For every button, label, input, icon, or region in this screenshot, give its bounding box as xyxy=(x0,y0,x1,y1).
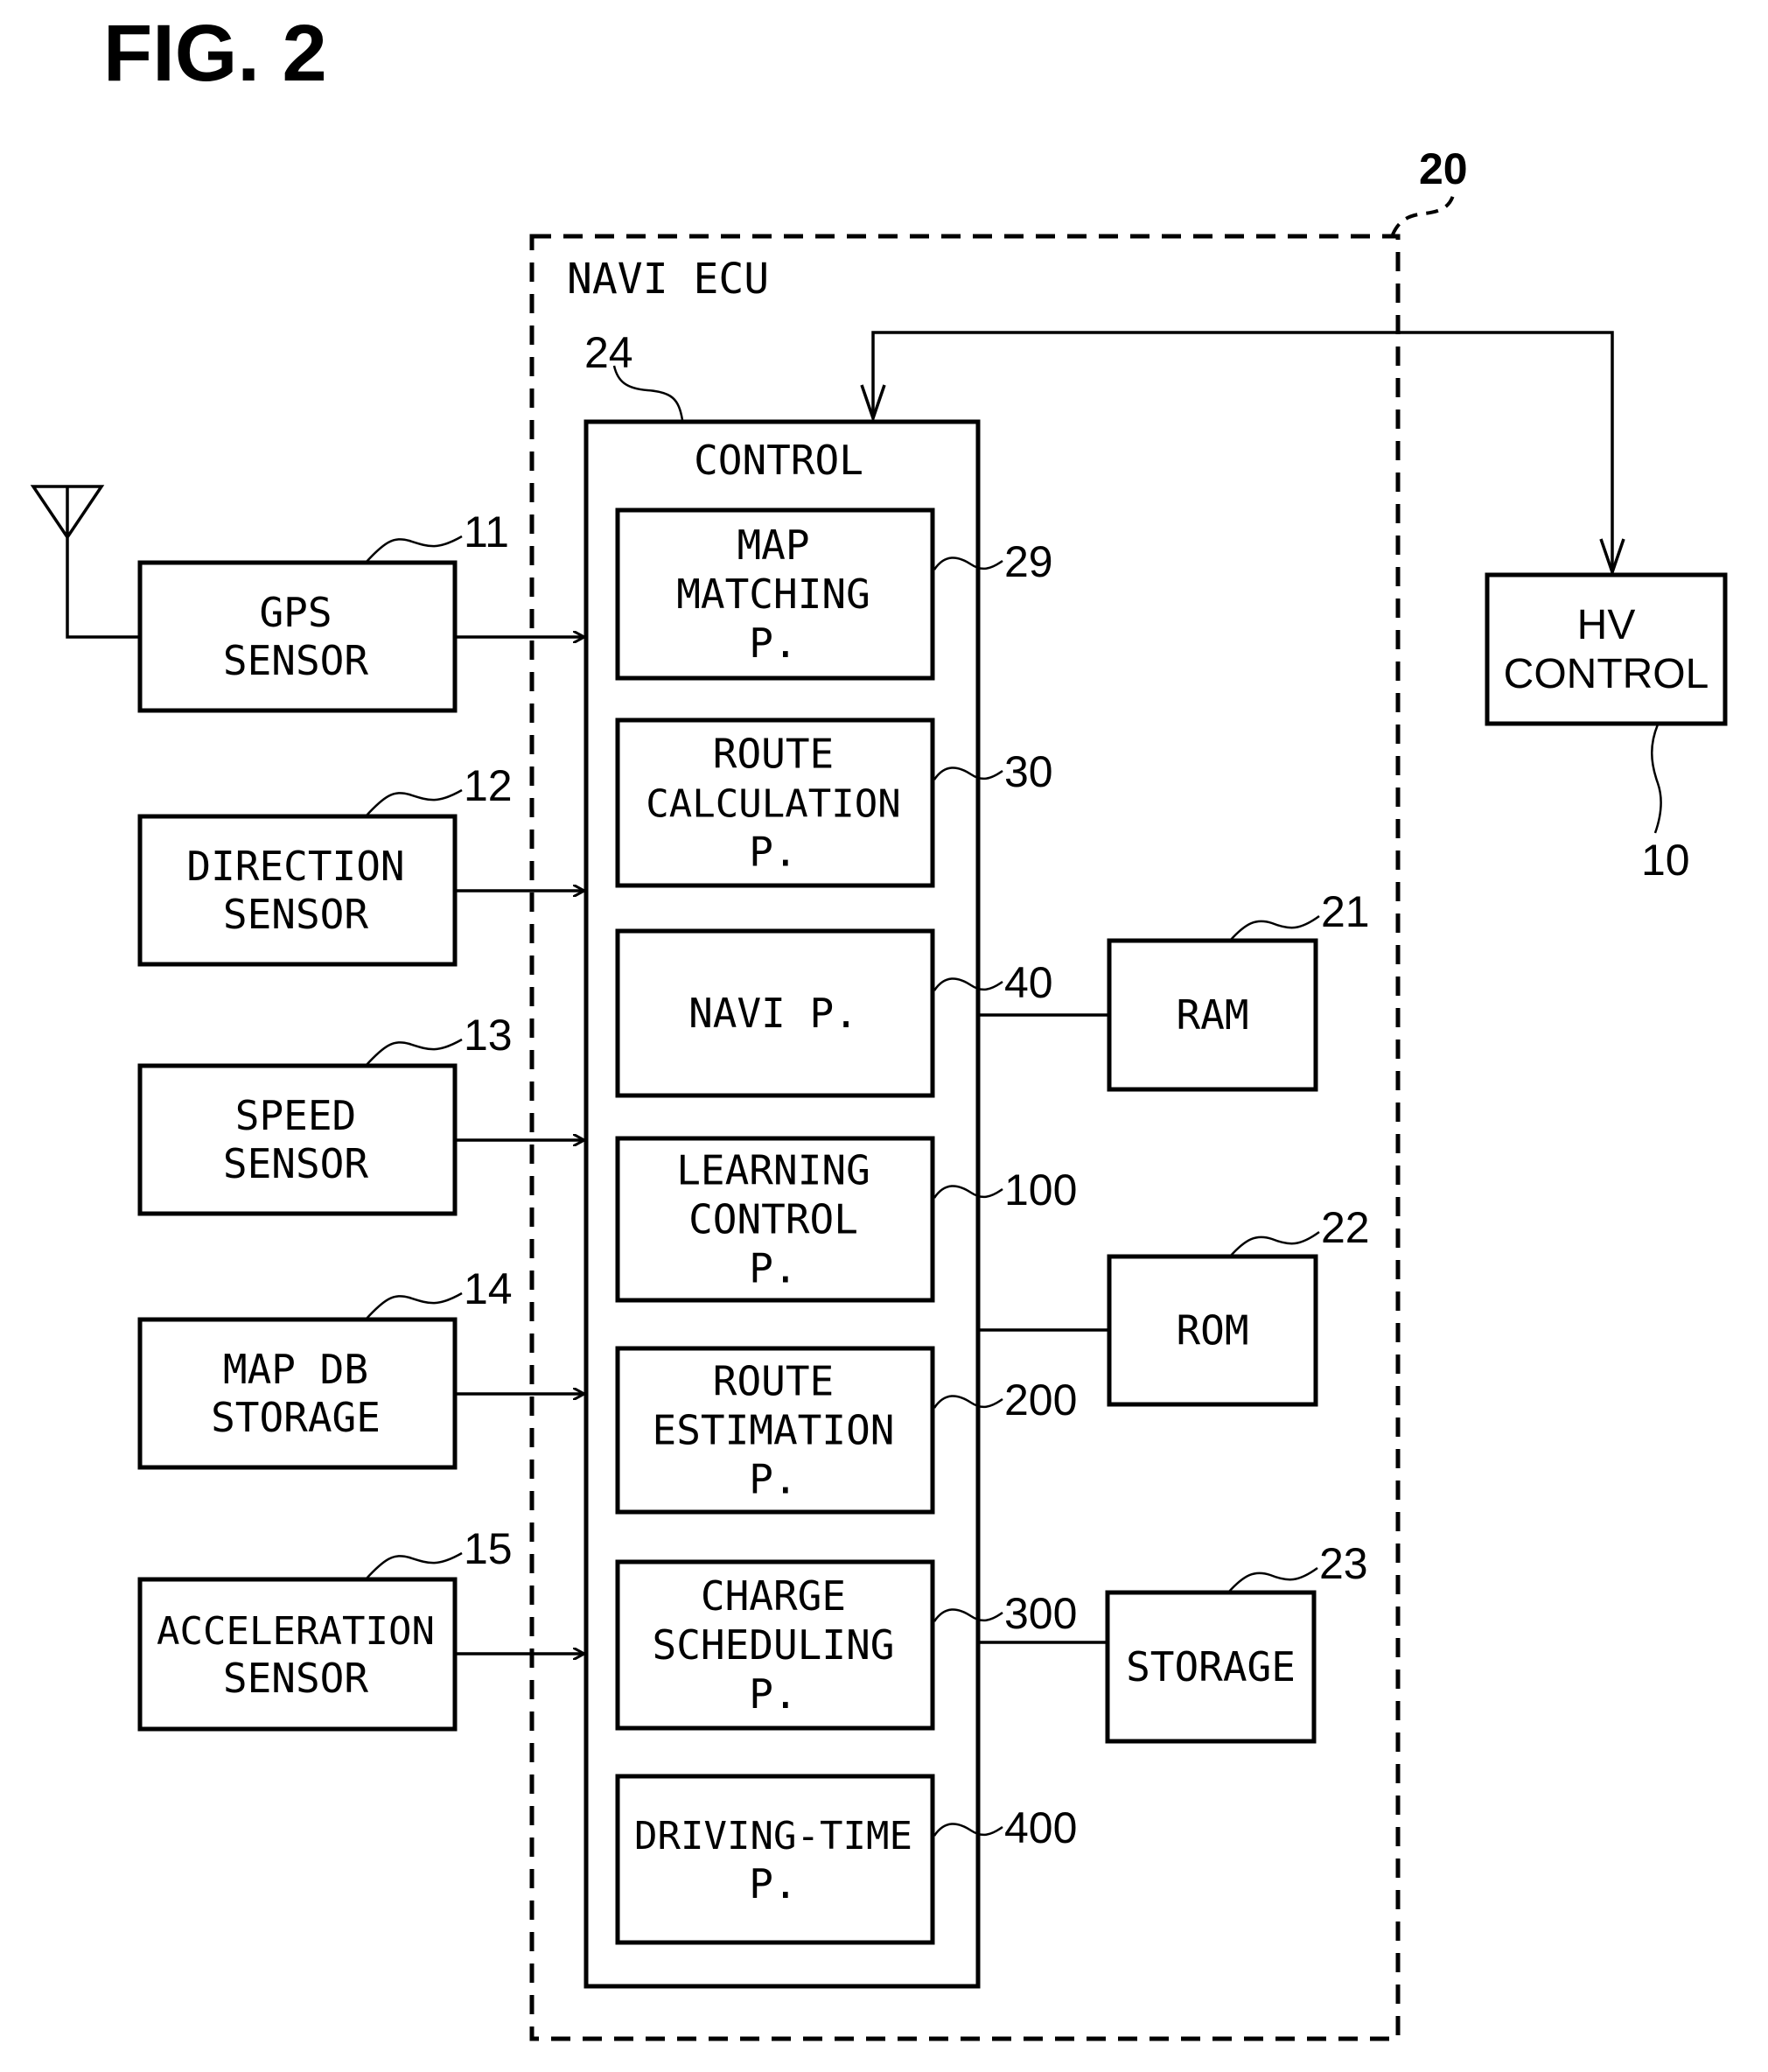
program-block: CHARGESCHEDULINGP. 300 xyxy=(615,1559,1077,1731)
hv-leader-line xyxy=(1651,724,1662,834)
program-label: ROUTE xyxy=(713,1358,834,1405)
hv-control-label-line1: HV xyxy=(1577,602,1636,648)
navi-ecu-label: NAVI ECU xyxy=(567,255,769,304)
program-label: MATCHING xyxy=(676,570,870,618)
program-label: NAVI P. xyxy=(688,990,858,1037)
memory-label: STORAGE xyxy=(1126,1643,1296,1690)
sensor-label: SENSOR xyxy=(223,637,368,684)
sensor-block: DIRECTIONSENSOR 12 xyxy=(137,761,584,967)
program-label: MAP xyxy=(737,522,809,569)
sensor-ref-number: 14 xyxy=(464,1264,513,1313)
program-label: P. xyxy=(749,1670,797,1718)
hv-control-block: HV CONTROL 10 xyxy=(1485,572,1728,885)
hv-ref-number: 10 xyxy=(1641,836,1690,885)
sensor-leader-line xyxy=(365,1038,463,1067)
program-ref-number: 40 xyxy=(1004,958,1053,1007)
program-ref-number: 400 xyxy=(1004,1803,1077,1852)
program-label: P. xyxy=(749,1245,797,1292)
program-label: ROUTE xyxy=(713,731,834,778)
sensor-block: SPEEDSENSOR 13 xyxy=(137,1011,584,1216)
sensor-ref-number: 11 xyxy=(464,508,509,556)
program-label: DRIVING-TIME xyxy=(634,1814,912,1858)
sensor-label: SENSOR xyxy=(223,1655,368,1702)
program-label: SCHEDULING xyxy=(653,1621,895,1669)
sensor-label: SENSOR xyxy=(223,1140,368,1187)
program-label: LEARNING xyxy=(676,1147,870,1194)
ecu-ref-number: 20 xyxy=(1419,144,1468,193)
memory-ref-number: 22 xyxy=(1321,1203,1370,1252)
program-block: ROUTEESTIMATIONP. 200 xyxy=(615,1346,1077,1515)
sensor-leader-line xyxy=(365,1551,463,1580)
memory-ref-number: 21 xyxy=(1321,887,1370,936)
sensor-ref-number: 15 xyxy=(464,1524,513,1573)
program-label: P. xyxy=(749,620,797,667)
sensor-label: GPS xyxy=(259,589,332,636)
memory-leader-line xyxy=(1227,1566,1318,1593)
sensor-label: STORAGE xyxy=(211,1394,381,1441)
program-block: ROUTECALCULATIONP. 30 xyxy=(615,718,1053,888)
sensor-label: ACCELERATION xyxy=(157,1609,435,1654)
program-label: P. xyxy=(749,1860,797,1908)
antenna-icon xyxy=(30,485,140,639)
program-label: P. xyxy=(749,1456,797,1503)
sensor-leader-line xyxy=(365,1292,463,1320)
sensor-label: MAP DB xyxy=(223,1346,368,1393)
hv-bus-line xyxy=(871,331,1614,572)
program-block: NAVI P. 40 xyxy=(615,928,1053,1098)
program-block: DRIVING-TIMEP. 400 xyxy=(615,1774,1077,1945)
sensor-ref-number: 12 xyxy=(464,761,513,810)
sensor-label: SENSOR xyxy=(223,891,368,938)
program-group: MAPMATCHINGP.29ROUTECALCULATIONP.30NAVI … xyxy=(615,508,1077,1945)
hv-control-box xyxy=(1485,572,1728,726)
sensor-block: MAP DBSTORAGE 14 xyxy=(137,1264,584,1470)
control-ref-number: 24 xyxy=(584,328,633,377)
program-label: CHARGE xyxy=(701,1572,846,1620)
program-label: ESTIMATION xyxy=(653,1407,895,1454)
program-ref-number: 200 xyxy=(1004,1376,1077,1424)
memory-leader-line xyxy=(1229,914,1320,942)
program-ref-number: 29 xyxy=(1004,537,1053,586)
memory-label: ROM xyxy=(1176,1307,1248,1354)
sensor-group: GPSSENSOR11DIRECTIONSENSOR12SPEEDSENSOR1… xyxy=(137,508,584,1732)
program-label: CONTROL xyxy=(688,1196,858,1243)
sensor-leader-line xyxy=(365,788,463,817)
program-ref-number: 30 xyxy=(1004,747,1053,796)
control-label: CONTROL xyxy=(694,437,863,484)
memory-leader-line xyxy=(1229,1230,1320,1257)
ecu-leader-line xyxy=(1391,187,1457,235)
figure-title: FIG. 2 xyxy=(103,9,327,98)
program-ref-number: 300 xyxy=(1004,1589,1077,1638)
memory-block: STORAGE 23 xyxy=(978,1539,1368,1744)
block-diagram: FIG. 2 NAVI ECU 20 GPSSENSOR11DIRECTIONS… xyxy=(30,9,1728,2041)
hv-control-label-line2: CONTROL xyxy=(1504,651,1709,697)
memory-ref-number: 23 xyxy=(1319,1539,1368,1588)
program-label: CALCULATION xyxy=(646,782,900,827)
sensor-label: SPEED xyxy=(235,1092,356,1139)
memory-label: RAM xyxy=(1176,991,1248,1039)
program-label: P. xyxy=(749,829,797,876)
program-box xyxy=(615,1774,935,1945)
program-block: LEARNINGCONTROLP. 100 xyxy=(615,1136,1077,1303)
memory-block: ROM 22 xyxy=(978,1203,1370,1407)
sensor-ref-number: 13 xyxy=(464,1011,513,1060)
sensor-label: DIRECTION xyxy=(186,843,404,890)
sensor-block: ACCELERATIONSENSOR 15 xyxy=(137,1524,584,1732)
program-block: MAPMATCHINGP. 29 xyxy=(615,508,1053,681)
sensor-leader-line xyxy=(365,535,463,564)
program-ref-number: 100 xyxy=(1004,1166,1077,1214)
sensor-block: GPSSENSOR 11 xyxy=(137,508,584,713)
